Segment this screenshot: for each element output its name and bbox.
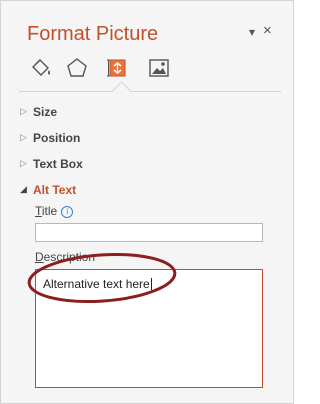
section-alt-text-label: Alt Text: [33, 183, 77, 197]
collapsed-arrow-icon: ▷: [20, 132, 27, 142]
section-size-label: Size: [33, 105, 58, 119]
section-alt-text[interactable]: ◢ Alt Text: [20, 183, 77, 197]
section-position-label: Position: [33, 131, 81, 145]
active-tab-pointer: [112, 81, 131, 100]
collapsed-arrow-icon: ▷: [20, 158, 27, 168]
collapsed-arrow-icon: ▷: [20, 106, 27, 116]
description-label: Description: [35, 250, 95, 264]
format-picture-pane: Format Picture ▾ × ▷ Size ▷ Position ▷ T…: [0, 0, 294, 404]
section-position[interactable]: ▷ Position: [20, 131, 81, 145]
section-size[interactable]: ▷ Size: [20, 105, 58, 119]
title-input[interactable]: [35, 223, 263, 242]
text-caret: [150, 278, 152, 290]
fill-line-icon[interactable]: [29, 56, 53, 80]
section-text-box-label: Text Box: [33, 157, 83, 171]
close-icon[interactable]: ×: [263, 22, 272, 39]
title-label: Title i: [35, 204, 74, 218]
title-label-rest: itle: [41, 204, 58, 218]
description-input[interactable]: Alternative text here: [35, 269, 263, 388]
pane-tabs: [29, 56, 189, 82]
description-text: Alternative text here: [43, 277, 152, 291]
task-pane-options-icon[interactable]: ▾: [249, 25, 255, 39]
title-label-accesskey: T: [35, 204, 42, 218]
size-properties-icon[interactable]: [105, 56, 129, 80]
expanded-arrow-icon: ◢: [20, 184, 27, 194]
tab-divider: [19, 91, 281, 92]
info-icon[interactable]: i: [61, 206, 74, 218]
effects-icon[interactable]: [65, 56, 89, 80]
section-text-box[interactable]: ▷ Text Box: [20, 157, 83, 171]
description-label-accesskey: D: [35, 250, 44, 264]
picture-icon[interactable]: [147, 56, 171, 80]
pane-title: Format Picture: [27, 23, 159, 45]
description-label-rest: escription: [43, 250, 96, 264]
